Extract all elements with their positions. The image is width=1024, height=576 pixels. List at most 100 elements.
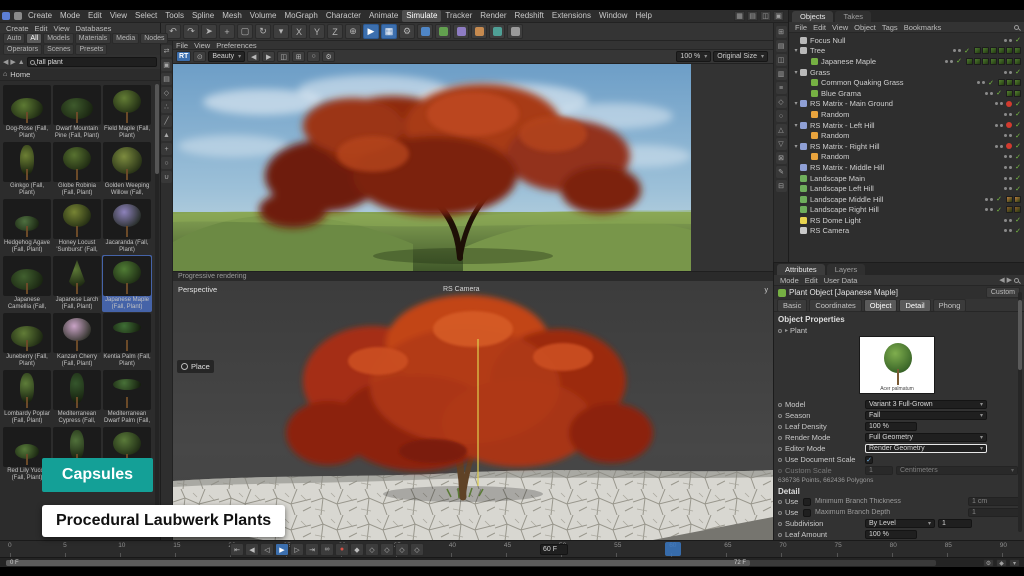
maximum-branch-depth-checkbox[interactable] <box>803 509 811 517</box>
editor-visibility-dot[interactable] <box>985 198 988 201</box>
asset-location-row[interactable]: ⌂ Home <box>0 69 160 81</box>
object-row[interactable]: RS Matrix - Middle Hill✓ <box>789 162 1024 173</box>
render-visibility-dot[interactable] <box>1009 71 1012 74</box>
region-render-icon[interactable]: ⊞ <box>292 51 305 62</box>
asset-search-input[interactable] <box>37 59 154 66</box>
enable-toggle[interactable]: ✓ <box>1015 100 1021 108</box>
asset-item[interactable]: Kanzan Cherry (Fall, Plant) <box>52 312 102 369</box>
material-tag-chip[interactable] <box>998 58 1005 65</box>
keyframe-dot[interactable] <box>778 511 782 515</box>
attributes-tab-layers[interactable]: Layers <box>827 264 866 275</box>
render-visibility-dot[interactable] <box>1000 124 1003 127</box>
object-menu-view[interactable]: View <box>829 23 851 32</box>
plant-preview-thumbnail[interactable]: Acer palmatum <box>859 336 935 394</box>
viewport-camera-label[interactable]: RS Camera <box>443 286 480 293</box>
object-row[interactable]: Random✓ <box>789 152 1024 163</box>
enable-toggle[interactable]: ✓ <box>1015 185 1021 193</box>
material-tag-chip[interactable] <box>1006 90 1013 97</box>
editor-visibility-dot[interactable] <box>1004 229 1007 232</box>
object-menu-file[interactable]: File <box>792 23 810 32</box>
asset-item[interactable]: Japanese Larch (Fall, Plant) <box>52 255 102 312</box>
enable-toggle[interactable]: ✓ <box>996 89 1002 97</box>
texture-mode-icon[interactable]: ▤ <box>161 73 172 85</box>
asset-menu-databases[interactable]: Databases <box>73 24 115 33</box>
render-visibility-dot[interactable] <box>1009 113 1012 116</box>
back-arrow-icon[interactable]: ◀ <box>3 58 8 66</box>
keyframe-dot[interactable] <box>778 403 782 407</box>
render-visibility-dot[interactable] <box>958 49 961 52</box>
material-tag-chip[interactable] <box>1006 58 1013 65</box>
enable-toggle[interactable]: ✓ <box>1015 163 1021 171</box>
menubar-item-mesh[interactable]: Mesh <box>218 10 246 22</box>
editor-visibility-dot[interactable] <box>995 145 998 148</box>
z-axis-lock-button[interactable]: Z <box>327 24 343 39</box>
enable-toggle[interactable]: ✓ <box>996 195 1002 203</box>
render-menu-view[interactable]: View <box>191 41 213 50</box>
layout-switch-icon[interactable] <box>14 12 22 20</box>
menubar-item-tracker[interactable]: Tracker <box>441 10 476 22</box>
workplane-mode-icon[interactable]: ◇ <box>161 87 172 99</box>
render-visibility-dot[interactable] <box>990 92 993 95</box>
material-tag-chip[interactable] <box>1014 58 1021 65</box>
annotation-icon[interactable]: ✎ <box>776 166 787 178</box>
enable-toggle[interactable]: ✓ <box>1015 121 1021 129</box>
asset-item[interactable]: Ginkgo (Fall, Plant) <box>2 141 52 198</box>
object-row[interactable]: Landscape Right Hill✓ <box>789 205 1024 216</box>
enable-axis-icon[interactable]: + <box>161 143 172 155</box>
asset-item[interactable]: Golden Weeping Willow (Fall, Plant) <box>102 141 152 198</box>
material-manager-icon[interactable]: ◇ <box>776 96 787 108</box>
viewport-view-label[interactable]: Perspective <box>178 285 217 294</box>
attributes-tab-attributes[interactable]: Attributes <box>777 264 825 275</box>
object-menu-bookmarks[interactable]: Bookmarks <box>901 23 945 32</box>
menubar-item-help[interactable]: Help <box>631 10 655 22</box>
dynamics-button[interactable] <box>471 24 487 39</box>
object-menu-tags[interactable]: Tags <box>879 23 901 32</box>
attribute-tab-coordinates[interactable]: Coordinates <box>809 299 861 312</box>
material-tag-chip[interactable] <box>1014 79 1021 86</box>
mograph-button[interactable] <box>453 24 469 39</box>
enable-toggle[interactable]: ✓ <box>996 206 1002 214</box>
convert-mode-icon[interactable]: ⇄ <box>161 45 172 57</box>
keyframe-dot[interactable] <box>778 425 782 429</box>
coordinate-system-icon[interactable]: ⊕ <box>345 24 361 39</box>
collection-tab-presets[interactable]: Presets <box>75 44 107 55</box>
object-row[interactable]: Japanese Maple✓ <box>789 56 1024 67</box>
asset-item[interactable]: Kentia Palm (Fall, Plant) <box>102 312 152 369</box>
editor-visibility-dot[interactable] <box>1004 219 1007 222</box>
menubar-item-volume[interactable]: Volume <box>246 10 281 22</box>
position-key-toggle[interactable]: ◇ <box>365 543 379 556</box>
editor-visibility-dot[interactable] <box>1004 166 1007 169</box>
material-tag-chip[interactable] <box>982 58 989 65</box>
enable-toggle[interactable]: ✓ <box>1015 110 1021 118</box>
keyframe-dot[interactable] <box>778 458 782 462</box>
filter-tab-media[interactable]: Media <box>112 33 139 44</box>
menubar-item-extensions[interactable]: Extensions <box>548 10 595 22</box>
editor-visibility-dot[interactable] <box>1004 113 1007 116</box>
menubar-item-spline[interactable]: Spline <box>188 10 218 22</box>
enable-toggle[interactable]: ✓ <box>1015 142 1021 150</box>
enable-toggle[interactable]: ✓ <box>956 57 962 65</box>
render-menu-preferences[interactable]: Preferences <box>213 41 259 50</box>
editor-visibility-dot[interactable] <box>945 60 948 63</box>
layout-button-4[interactable]: ▣ <box>773 11 784 21</box>
menubar-item-view[interactable]: View <box>106 10 131 22</box>
render-visibility-dot[interactable] <box>1009 39 1012 42</box>
redshift-tag-icon[interactable] <box>1006 101 1012 107</box>
menubar-item-select[interactable]: Select <box>131 10 161 22</box>
subdivision-mode-dropdown[interactable]: By Level▾ <box>865 519 935 528</box>
picture-viewer-icon[interactable]: ○ <box>776 110 787 122</box>
timeline-panel-icon[interactable]: ▽ <box>776 138 787 150</box>
render-settings-button[interactable]: ⚙ <box>399 24 415 39</box>
keyframe-dot[interactable] <box>778 436 782 440</box>
content-browser-icon[interactable]: ▤ <box>776 40 787 52</box>
rt-mode-button[interactable]: RT <box>176 51 191 62</box>
asset-item[interactable]: Honey Locust 'Sunburst' (Fall, Plant) <box>52 198 102 255</box>
attribute-menu-user-data[interactable]: User Data <box>821 276 861 285</box>
previous-key-button[interactable]: ◀ <box>245 543 259 556</box>
viewport-solo-icon[interactable]: ○ <box>161 157 172 169</box>
x-axis-lock-button[interactable]: X <box>291 24 307 39</box>
expand-arrow-icon[interactable]: ▾ <box>792 69 800 76</box>
render-visibility-dot[interactable] <box>990 198 993 201</box>
asset-menu-edit[interactable]: Edit <box>32 24 51 33</box>
layout-button-3[interactable]: ◫ <box>760 11 771 21</box>
